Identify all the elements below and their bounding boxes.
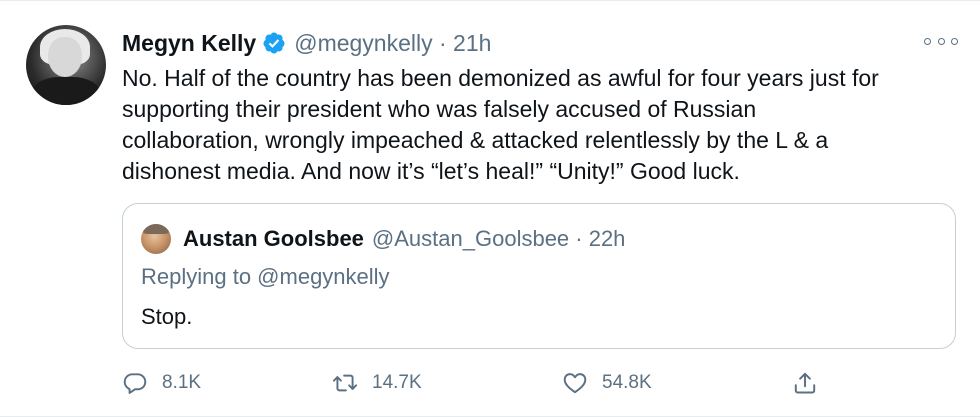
reply-icon	[123, 373, 147, 394]
retweet-button[interactable]: 14.7K	[332, 365, 422, 401]
tweet-card[interactable]: Megyn Kelly @megynkelly · 21h No. Half o…	[0, 0, 980, 417]
tweet-text: No. Half of the country has been demoniz…	[122, 65, 879, 184]
quoted-author-name: Austan Goolsbee	[183, 226, 364, 251]
retweet-count: 14.7K	[372, 372, 422, 393]
quoted-tweet-text: Stop.	[141, 304, 193, 329]
author-handle-time[interactable]: @megynkelly · 21h	[294, 30, 491, 57]
tweet-header: Megyn Kelly @megynkelly · 21h	[122, 28, 491, 58]
retweet-icon	[332, 374, 358, 392]
share-icon	[794, 372, 816, 394]
like-count: 54.8K	[602, 372, 652, 393]
author-name[interactable]: Megyn Kelly	[122, 30, 256, 57]
quoted-tweet-header: Austan Goolsbee @Austan_Goolsbee · 22h	[183, 224, 625, 254]
verified-badge-icon	[262, 31, 286, 55]
quoted-author-avatar[interactable]	[141, 224, 171, 254]
like-button[interactable]: 54.8K	[562, 365, 652, 401]
tweet-actions: 8.1K 14.7K 54.8K	[0, 365, 980, 401]
quoted-tweet[interactable]: Austan Goolsbee @Austan_Goolsbee · 22h R…	[122, 203, 956, 349]
like-icon	[563, 373, 587, 394]
share-button[interactable]	[792, 365, 818, 401]
reply-button[interactable]: 8.1K	[122, 365, 201, 401]
author-avatar[interactable]	[26, 25, 106, 105]
more-options-icon[interactable]	[924, 33, 958, 49]
replying-to-label: Replying to @megynkelly	[141, 264, 390, 289]
quoted-author-handle-time: @Austan_Goolsbee · 22h	[371, 226, 626, 251]
reply-count: 8.1K	[162, 372, 202, 393]
